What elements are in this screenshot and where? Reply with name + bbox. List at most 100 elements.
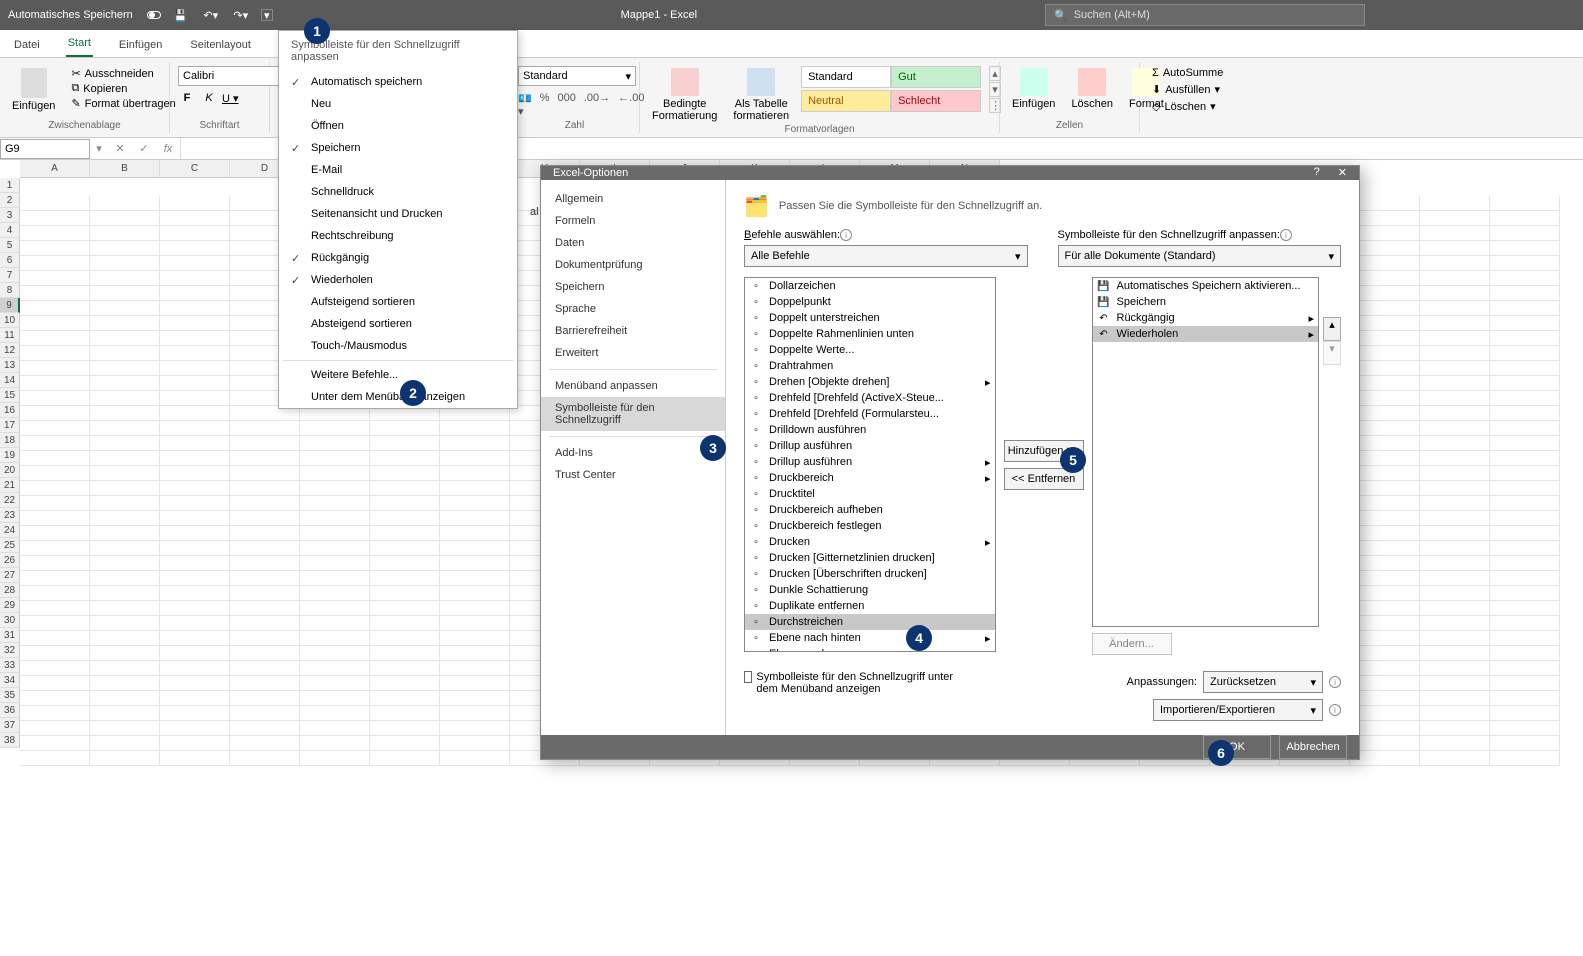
list-item[interactable]: ▫Duplikate entfernen (745, 598, 995, 614)
cell[interactable] (160, 346, 230, 361)
cell[interactable] (1350, 751, 1420, 766)
cell[interactable] (20, 421, 90, 436)
cell[interactable] (1350, 196, 1420, 211)
cell[interactable] (20, 481, 90, 496)
cell[interactable] (90, 511, 160, 526)
cell[interactable] (300, 571, 370, 586)
cell[interactable] (1490, 631, 1560, 646)
cell[interactable] (1490, 691, 1560, 706)
list-item[interactable]: ▫Drillup ausführen▸ (745, 454, 995, 470)
qat-customize-button[interactable]: ▾ (261, 9, 273, 21)
cell[interactable] (90, 571, 160, 586)
style-gut[interactable]: Gut (891, 66, 981, 88)
row-header[interactable]: 6 (0, 253, 20, 268)
cell[interactable] (440, 691, 510, 706)
cell[interactable] (90, 271, 160, 286)
cell[interactable] (20, 451, 90, 466)
cell[interactable] (160, 571, 230, 586)
cell[interactable] (1420, 631, 1490, 646)
options-nav-item[interactable]: Symbolleiste für den Schnellzugriff (541, 397, 725, 431)
cell[interactable] (20, 511, 90, 526)
cell[interactable] (1350, 511, 1420, 526)
cell[interactable] (90, 421, 160, 436)
qat-menu-item[interactable]: Schnelldruck (279, 181, 517, 203)
cell[interactable] (160, 316, 230, 331)
cell[interactable] (160, 526, 230, 541)
list-item[interactable]: ▫Drehfeld [Drehfeld (Formularsteu... (745, 406, 995, 422)
import-export-combo[interactable]: Importieren/Exportieren▾ (1153, 699, 1323, 721)
cell[interactable] (1420, 601, 1490, 616)
cell[interactable] (300, 496, 370, 511)
cell[interactable] (90, 241, 160, 256)
cell[interactable] (1350, 271, 1420, 286)
cell[interactable] (160, 421, 230, 436)
cell[interactable] (300, 601, 370, 616)
target-combo[interactable]: Für alle Dokumente (Standard)▾ (1058, 245, 1342, 267)
cell[interactable] (370, 601, 440, 616)
qat-menu-item[interactable]: Rückgängig (279, 247, 517, 269)
cell[interactable] (160, 331, 230, 346)
cell[interactable] (1420, 436, 1490, 451)
options-nav-item[interactable]: Formeln (541, 210, 725, 232)
cell[interactable] (1350, 691, 1420, 706)
cell[interactable] (370, 691, 440, 706)
copy-button[interactable]: ⧉Kopieren (67, 81, 179, 96)
cell[interactable] (1490, 286, 1560, 301)
cell[interactable] (440, 676, 510, 691)
cell[interactable] (1350, 571, 1420, 586)
cell[interactable] (440, 751, 510, 766)
cell[interactable] (1420, 406, 1490, 421)
cell[interactable] (230, 616, 300, 631)
cell[interactable] (1490, 361, 1560, 376)
cell[interactable] (1490, 316, 1560, 331)
row-header[interactable]: 7 (0, 268, 20, 283)
cell[interactable] (1490, 646, 1560, 661)
cell[interactable] (20, 211, 90, 226)
cell[interactable] (230, 466, 300, 481)
cell[interactable] (440, 706, 510, 721)
cell[interactable] (160, 586, 230, 601)
cell[interactable] (370, 436, 440, 451)
cell[interactable] (90, 751, 160, 766)
cell[interactable] (90, 196, 160, 211)
qat-menu-item[interactable]: Rechtschreibung (279, 225, 517, 247)
format-painter-button[interactable]: ✎Format übertragen (67, 96, 179, 111)
cell[interactable] (1350, 481, 1420, 496)
cell[interactable] (160, 406, 230, 421)
cell[interactable] (230, 541, 300, 556)
cell[interactable] (1350, 736, 1420, 751)
cell[interactable] (1350, 391, 1420, 406)
cell[interactable] (160, 541, 230, 556)
search-input[interactable]: 🔍 Suchen (Alt+M) (1045, 4, 1365, 26)
cell[interactable] (1420, 346, 1490, 361)
cell[interactable] (1490, 376, 1560, 391)
cell[interactable] (1420, 691, 1490, 706)
cell[interactable] (20, 691, 90, 706)
qat-menu-item[interactable]: Neu (279, 93, 517, 115)
cell[interactable] (1490, 226, 1560, 241)
options-nav-item[interactable]: Daten (541, 232, 725, 254)
cell[interactable] (90, 526, 160, 541)
cell[interactable] (1350, 316, 1420, 331)
cell[interactable] (1420, 256, 1490, 271)
cell[interactable] (1420, 571, 1490, 586)
cell[interactable] (1490, 706, 1560, 721)
cell[interactable] (440, 541, 510, 556)
cell[interactable] (1350, 721, 1420, 736)
cell[interactable] (1350, 631, 1420, 646)
cell[interactable] (160, 496, 230, 511)
row-header[interactable]: 1 (0, 178, 20, 193)
cell[interactable] (1350, 346, 1420, 361)
row-header[interactable]: 8 (0, 283, 20, 298)
cell[interactable] (160, 361, 230, 376)
col-header[interactable]: C (160, 160, 230, 178)
tab-datei[interactable]: Datei (12, 33, 42, 57)
cell[interactable] (440, 661, 510, 676)
row-header[interactable]: 17 (0, 418, 20, 433)
list-item[interactable]: ▫Drucktitel (745, 486, 995, 502)
cell[interactable] (1350, 541, 1420, 556)
cell[interactable] (1490, 301, 1560, 316)
cell[interactable] (20, 376, 90, 391)
underline-button[interactable]: U ▾ (222, 92, 239, 105)
list-item[interactable]: ▫Druckbereich aufheben (745, 502, 995, 518)
